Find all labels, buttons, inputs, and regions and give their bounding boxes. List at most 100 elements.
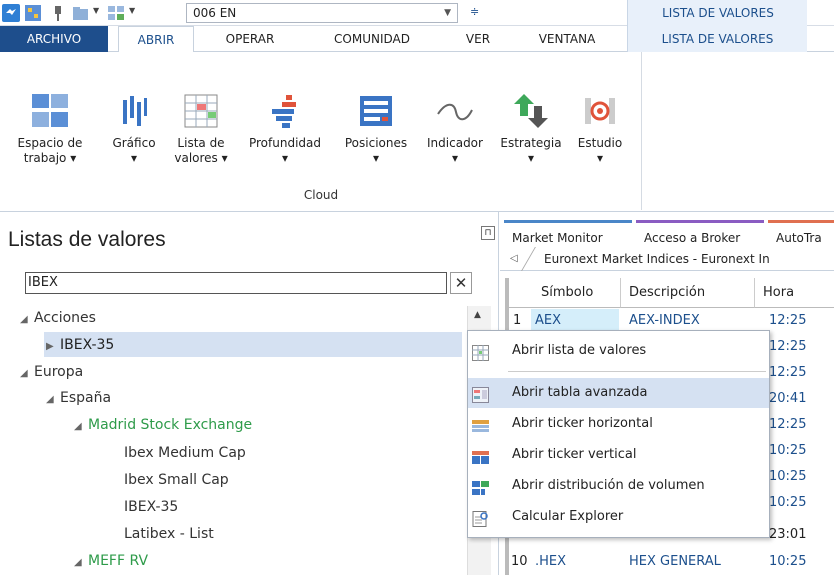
strategy-button-sub: ▾ [527, 151, 535, 165]
pin-icon[interactable]: ⊓ [481, 226, 495, 240]
tab-abrir[interactable]: ABRIR [118, 26, 194, 53]
workspace-icon [31, 92, 69, 130]
tree-node-ibex-small-cap[interactable]: Ibex Small Cap [124, 468, 229, 492]
strategy-icon [512, 92, 550, 130]
time-cell: 12:25 [769, 313, 807, 328]
menu-item-open-vertical-ticker[interactable]: Abrir ticker vertical [468, 440, 769, 470]
horizontal-ticker-icon [472, 416, 489, 432]
row-number: 1 [513, 313, 522, 328]
tree-node-ibex35[interactable]: ▶ IBEX-35 [46, 333, 114, 357]
tab-acceso-a-broker[interactable]: Acceso a Broker [636, 220, 764, 246]
menu-item-calculate-explorer[interactable]: Calcular Explorer [468, 502, 769, 532]
description-cell: HEX GENERAL [629, 554, 721, 569]
positions-button-sub: ▾ [372, 151, 380, 165]
tree-node-madrid-stock-exchange[interactable]: ◢ Madrid Stock Exchange [74, 413, 252, 437]
subtab-euronext[interactable]: Euronext Market Indices - Euronext In [544, 247, 770, 271]
tab-archivo[interactable]: ARCHIVO [0, 26, 108, 52]
watchlist-button[interactable]: Lista de valores ▾ [168, 92, 234, 166]
ribbon-group-label: Cloud [303, 188, 339, 202]
symbol-cell: .HEX [535, 554, 567, 569]
indicator-icon [436, 92, 474, 130]
collapse-icon[interactable]: ◢ [20, 362, 34, 386]
column-header-symbol[interactable]: Símbolo [509, 278, 621, 308]
tree-node-label: Latibex - List [124, 526, 214, 542]
tree-node-europa[interactable]: ◢ Europa [20, 360, 83, 384]
indicator-button-label: Indicador [427, 136, 483, 150]
tab-lista-de-valores[interactable]: LISTA DE VALORES [627, 26, 807, 52]
study-button[interactable]: Estudio ▾ [572, 92, 628, 166]
menu-item-open-advanced-table[interactable]: Abrir tabla avanzada [468, 378, 769, 408]
tree-node-ibex-medium-cap[interactable]: Ibex Medium Cap [124, 441, 246, 465]
clear-search-button[interactable]: ✕ [450, 272, 472, 294]
app-logo-icon [2, 4, 20, 22]
tree-node-ibex35-leaf[interactable]: IBEX-35 [124, 495, 178, 519]
table-row[interactable]: 1 AEX AEX-INDEX 12:25 [505, 309, 834, 332]
open-folder-icon[interactable] [72, 4, 90, 22]
time-cell: 10:25 [769, 554, 807, 569]
positions-button[interactable]: Posiciones ▾ [336, 92, 416, 166]
customize-toolbar-icon[interactable]: ≑ [470, 5, 479, 18]
menu-item-label: Abrir ticker vertical [512, 447, 637, 462]
menu-item-open-watchlist[interactable]: Abrir lista de valores [468, 336, 769, 366]
watchlist-icon [182, 92, 220, 130]
time-cell: 23:01 [769, 527, 807, 542]
positions-icon [357, 92, 395, 130]
chevron-down-icon[interactable]: ▼ [93, 6, 99, 15]
chart-icon [115, 92, 153, 130]
tab-ver[interactable]: VER [458, 26, 498, 52]
table-row[interactable]: 10 .HEX HEX GENERAL 10:25 [505, 550, 834, 573]
collapse-icon[interactable]: ◢ [74, 415, 88, 439]
chevron-down-icon[interactable]: ▼ [129, 6, 135, 15]
study-button-label: Estudio [577, 136, 623, 150]
workspace-button[interactable]: Espacio de trabajo ▾ [0, 92, 100, 166]
workspace-combo[interactable]: 006 EN ▼ [186, 3, 458, 23]
advanced-table-icon [472, 385, 489, 403]
panel-title: Listas de valores [8, 228, 166, 251]
strategy-button-label: Estrategia [500, 136, 562, 150]
menu-item-open-volume-distribution[interactable]: Abrir distribución de volumen [468, 471, 769, 501]
tab-market-monitor[interactable]: Market Monitor [504, 220, 632, 246]
tab-autotrade[interactable]: AutoTra [768, 220, 834, 246]
menu-item-label: Abrir tabla avanzada [512, 385, 648, 400]
tree-node-meff-rv[interactable]: ◢ MEFF RV [74, 549, 148, 573]
positions-button-label: Posiciones [344, 136, 408, 150]
watchlist-button-label: Lista de [177, 136, 225, 150]
pin-tool-icon[interactable] [49, 4, 67, 22]
time-cell: 20:41 [769, 391, 807, 406]
row-number: 10 [511, 554, 528, 569]
collapse-icon[interactable]: ◢ [46, 388, 60, 412]
tab-operar[interactable]: OPERAR [215, 26, 285, 52]
menu-item-label: Calcular Explorer [512, 509, 624, 524]
depth-button[interactable]: Profundidad ▾ [238, 92, 332, 166]
chart-button[interactable]: Gráfico ▾ [104, 92, 164, 166]
tree-node-latibex[interactable]: Latibex - List [124, 522, 214, 546]
tree-node-acciones[interactable]: ◢ Acciones [20, 306, 96, 330]
depth-icon [266, 92, 304, 130]
time-cell: 10:25 [769, 443, 807, 458]
tree-node-label: Europa [34, 364, 84, 380]
collapse-icon[interactable]: ◢ [20, 308, 34, 332]
layout-icon[interactable] [24, 4, 42, 22]
scroll-left-icon[interactable]: ◁ [510, 247, 518, 271]
workspace-list-icon[interactable] [107, 4, 125, 22]
strategy-button[interactable]: Estrategia ▾ [494, 92, 568, 166]
context-menu: Abrir lista de valores Abrir tabla avanz… [467, 330, 770, 538]
tree-node-label: MEFF RV [88, 553, 149, 569]
tree-node-espana[interactable]: ◢ España [46, 386, 111, 410]
menu-item-label: Abrir lista de valores [512, 343, 647, 358]
scroll-up-icon[interactable]: ▲ [474, 310, 481, 320]
tab-comunidad[interactable]: COMUNIDAD [318, 26, 426, 52]
search-input[interactable]: IBEX [25, 272, 447, 294]
volume-distribution-icon [472, 478, 489, 495]
watchlist-icon [472, 343, 489, 361]
column-header-description[interactable]: Descripción [621, 278, 755, 308]
indicator-button[interactable]: Indicador ▾ [420, 92, 490, 166]
indicator-button-sub: ▾ [451, 151, 459, 165]
watchlist-subtabs: ◁ Euronext Market Indices - Euronext In [500, 247, 834, 271]
tree-node-label: España [60, 390, 112, 406]
tab-ventana[interactable]: VENTANA [524, 26, 610, 52]
expand-icon[interactable]: ▶ [46, 335, 60, 359]
menu-item-open-horizontal-ticker[interactable]: Abrir ticker horizontal [468, 409, 769, 439]
column-header-time[interactable]: Hora [755, 278, 834, 308]
collapse-icon[interactable]: ◢ [74, 551, 88, 575]
